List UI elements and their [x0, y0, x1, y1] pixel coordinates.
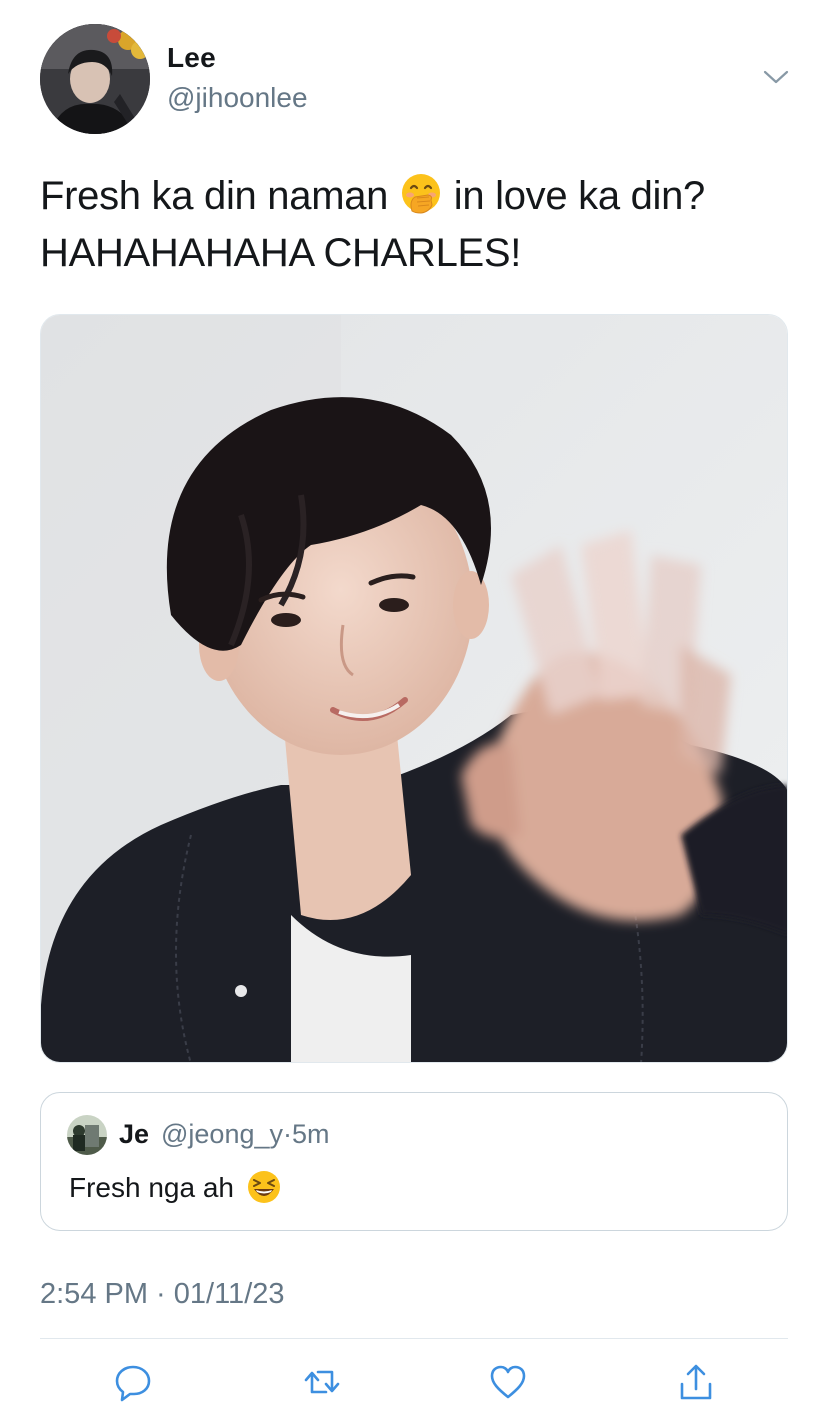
tweet-text-part1: Fresh ka din naman	[40, 174, 389, 218]
author-handle[interactable]: @jihoonlee	[167, 82, 308, 114]
quoted-tweet-card[interactable]: Je @jeong_y·5m Fresh nga ah	[40, 1092, 788, 1231]
tweet-text-part2: in love ka din?	[453, 174, 706, 218]
quoted-avatar-photo	[67, 1115, 107, 1155]
quoted-author-name[interactable]: Je	[119, 1119, 149, 1150]
quoted-tweet-text-content: Fresh nga ah	[69, 1172, 234, 1203]
tweet-timestamp[interactable]: 2:54 PM · 01/11/23	[40, 1278, 285, 1311]
grinning-squinting-face-icon	[247, 1171, 280, 1203]
quoted-tweet-text: Fresh nga ah	[69, 1169, 282, 1205]
author-avatar[interactable]	[40, 24, 150, 134]
photo-person-waving	[41, 315, 787, 1062]
tweet-text: Fresh ka din naman in love ka din? HAHAH…	[40, 168, 800, 282]
reply-icon[interactable]	[113, 1362, 153, 1402]
tweet-text-line2: HAHAHAHAHA CHARLES!	[40, 231, 522, 275]
like-heart-icon[interactable]	[488, 1362, 528, 1402]
tweet-media-image[interactable]	[40, 314, 788, 1063]
quoted-author-handle-time: @jeong_y·5m	[161, 1119, 330, 1149]
share-icon[interactable]	[676, 1362, 716, 1402]
divider	[40, 1338, 788, 1339]
chevron-down-icon[interactable]	[762, 68, 790, 86]
avatar-photo	[40, 24, 150, 134]
face-with-hand-over-mouth-icon	[401, 174, 440, 214]
author-display-name[interactable]: Lee	[167, 42, 216, 74]
quoted-author-avatar[interactable]	[67, 1115, 107, 1155]
retweet-icon[interactable]	[302, 1362, 342, 1402]
